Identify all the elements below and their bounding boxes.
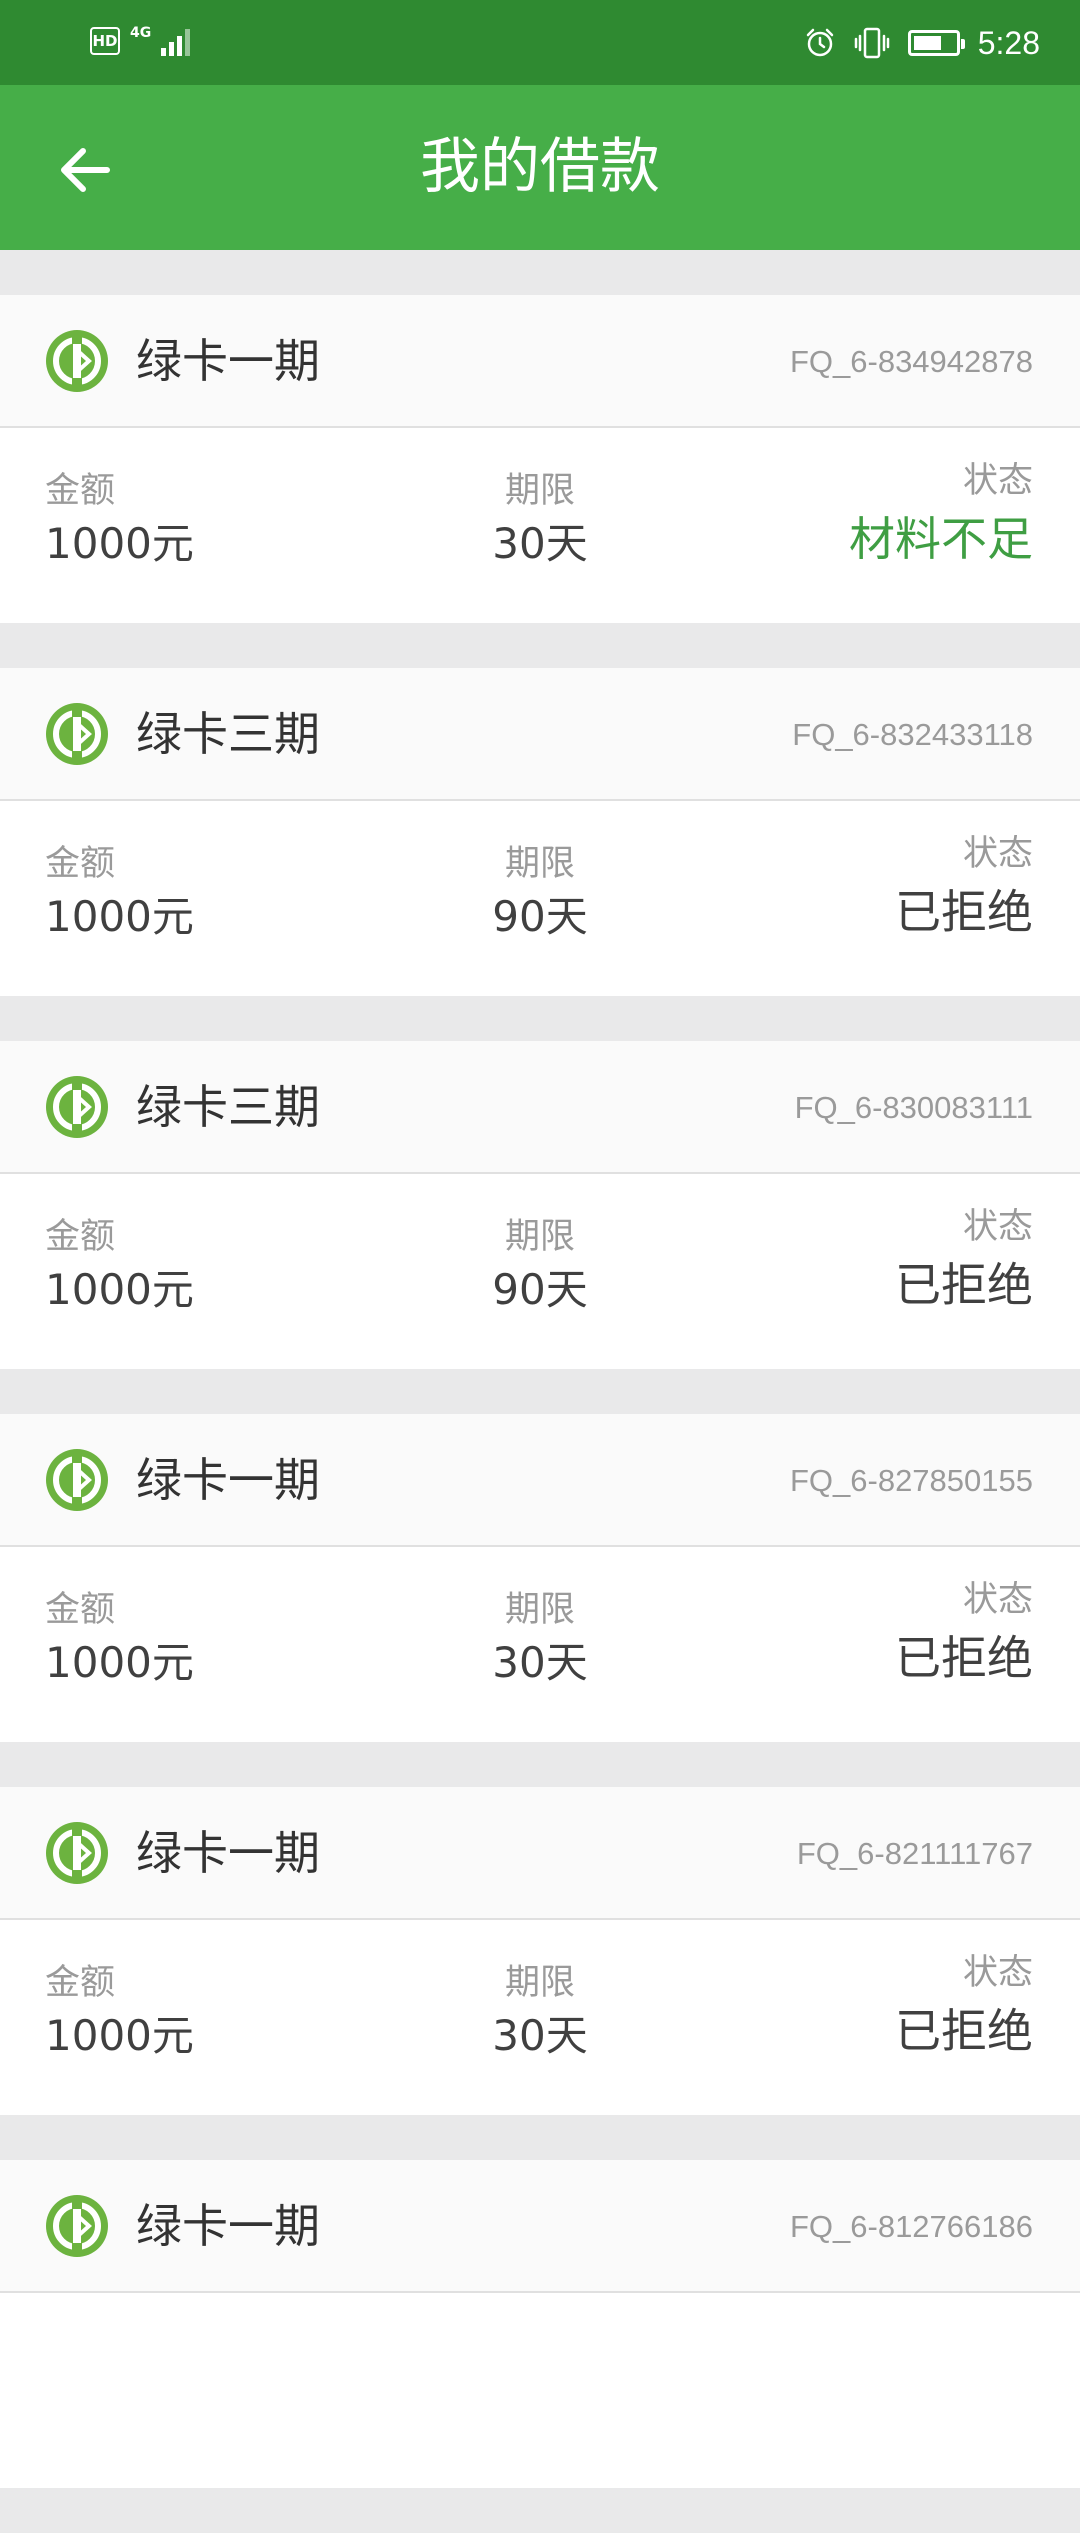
greencard-logo-icon — [46, 1449, 108, 1511]
loan-card-header: 绿卡一期 FQ_6-827850155 — [0, 1414, 1080, 1547]
greencard-logo-icon — [46, 1822, 108, 1884]
network-type-label: 4G — [130, 25, 152, 41]
product-name: 绿卡三期 — [136, 707, 320, 761]
loan-card-body: 金额 1000元 期限 30天 状态 已拒绝 — [0, 1547, 1080, 1742]
product-name: 绿卡一期 — [136, 1826, 320, 1880]
loan-card-header: 绿卡一期 FQ_6-812766186 — [0, 2160, 1080, 2293]
status-column: 状态 已拒绝 — [895, 1204, 1033, 1320]
loan-card[interactable]: 绿卡一期 FQ_6-821111767 金额 1000元 期限 30天 状态 已… — [0, 1787, 1080, 2115]
battery-icon — [907, 30, 965, 56]
greencard-logo-icon — [46, 703, 108, 765]
loan-list: 绿卡一期 FQ_6-834942878 金额 1000元 期限 30天 状态 材… — [0, 295, 1080, 2533]
loan-card-header: 绿卡一期 FQ_6-821111767 — [0, 1787, 1080, 1920]
loan-card[interactable]: 绿卡一期 FQ_6-827850155 金额 1000元 期限 30天 状态 已… — [0, 1414, 1080, 1742]
status-value: 材料不足 — [849, 512, 1033, 566]
clock-time: 5:28 — [977, 24, 1040, 61]
status-label: 状态 — [962, 834, 1033, 874]
loan-card-body: 金额 1000元 期限 30天 状态 材料不足 — [0, 428, 1080, 623]
status-value: 已拒绝 — [895, 1631, 1033, 1685]
status-column: 状态 材料不足 — [849, 458, 1033, 574]
order-number: FQ_6-812766186 — [789, 2209, 1033, 2244]
status-bar: HD 4G 5:28 — [0, 0, 1080, 85]
status-column: 状态 已拒绝 — [895, 831, 1033, 947]
status-column: 状态 已拒绝 — [895, 1577, 1033, 1693]
loan-card-body: 金额 1000元 期限 30天 状态 已拒绝 — [0, 1920, 1080, 2115]
product-name: 绿卡一期 — [136, 2199, 320, 2253]
status-label: 状态 — [962, 1953, 1033, 1993]
order-number: FQ_6-827850155 — [789, 1463, 1033, 1498]
order-number: FQ_6-830083111 — [794, 1090, 1033, 1125]
signal-strength-icon — [161, 26, 191, 56]
status-column: 状态 已拒绝 — [895, 1950, 1033, 2066]
status-label: 状态 — [962, 461, 1033, 501]
product-name: 绿卡一期 — [136, 1453, 320, 1507]
order-number: FQ_6-832433118 — [792, 717, 1033, 752]
loan-card-header: 绿卡三期 FQ_6-832433118 — [0, 668, 1080, 801]
loan-card-header: 绿卡三期 FQ_6-830083111 — [0, 1041, 1080, 1174]
hd-badge: HD — [90, 27, 120, 55]
app-bar: 我的借款 — [0, 85, 1080, 250]
product-name: 绿卡一期 — [136, 334, 320, 388]
greencard-logo-icon — [46, 2195, 108, 2257]
status-right-group: 5:28 — [804, 18, 1040, 68]
alarm-icon — [806, 28, 833, 57]
loan-card[interactable]: 绿卡三期 FQ_6-832433118 金额 1000元 期限 90天 状态 已… — [0, 668, 1080, 996]
order-number: FQ_6-821111767 — [796, 1836, 1033, 1871]
status-value: 已拒绝 — [895, 885, 1033, 939]
product-name: 绿卡三期 — [136, 1080, 320, 1134]
status-left-group: HD 4G — [90, 25, 191, 56]
loan-card-body: 金额 1000元 期限 90天 状态 已拒绝 — [0, 801, 1080, 996]
vibrate-icon — [854, 27, 889, 59]
greencard-logo-icon — [46, 1076, 108, 1138]
loan-card-body: 金额 1000元 期限 90天 状态 已拒绝 — [0, 1174, 1080, 1369]
status-value: 已拒绝 — [895, 1258, 1033, 1312]
loan-card-header: 绿卡一期 FQ_6-834942878 — [0, 295, 1080, 428]
status-value: 已拒绝 — [895, 2004, 1033, 2058]
order-number: FQ_6-834942878 — [789, 344, 1033, 379]
loan-card[interactable]: 绿卡三期 FQ_6-830083111 金额 1000元 期限 90天 状态 已… — [0, 1041, 1080, 1369]
greencard-logo-icon — [46, 330, 108, 392]
status-label: 状态 — [962, 1207, 1033, 1247]
loan-card[interactable]: 绿卡一期 FQ_6-834942878 金额 1000元 期限 30天 状态 材… — [0, 295, 1080, 623]
loan-card[interactable]: 绿卡一期 FQ_6-812766186 — [0, 2160, 1080, 2488]
page-title: 我的借款 — [420, 132, 660, 202]
status-label: 状态 — [962, 1580, 1033, 1620]
